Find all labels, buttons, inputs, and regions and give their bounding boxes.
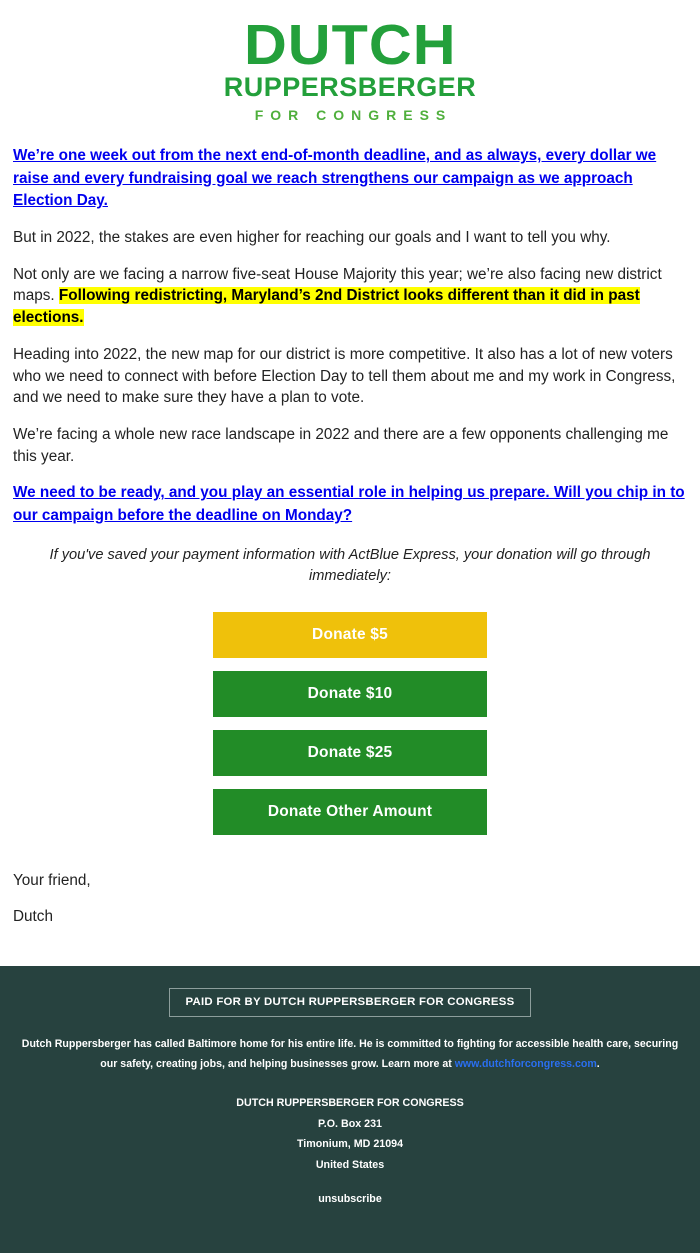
footer-po-box: P.O. Box 231 [318,1117,382,1130]
footer-spacer [0,942,700,966]
donate-10-button[interactable]: Donate $10 [213,671,487,718]
lead-donation-link[interactable]: We’re one week out from the next end-of-… [13,145,687,212]
actblue-express-note: If you've saved your payment information… [49,546,651,584]
email-body-copy: We’re one week out from the next end-of-… [0,139,700,526]
donate-other-amount-button[interactable]: Donate Other Amount [213,789,487,836]
paid-for-disclaimer: PAID FOR BY DUTCH RUPPERSBERGER FOR CONG… [168,987,532,1017]
email-body: DUTCH RUPPERSBERGER FOR CONGRESS We’re o… [0,0,700,1253]
donate-button-group: Donate $5 Donate $10 Donate $25 Donate O… [0,586,700,836]
cta-chip-in-link[interactable]: We need to be ready, and you play an ess… [13,482,687,526]
highlighted-redistricting-text: Following redistricting, Maryland’s 2nd … [13,287,640,327]
paragraph-2: Not only are we facing a narrow five-sea… [13,264,687,329]
logo-subtitle-text: RUPPERSBERGER [223,72,477,103]
campaign-logo: DUTCH RUPPERSBERGER FOR CONGRESS [223,16,477,124]
logo-main-text: DUTCH [243,13,457,77]
signature-closing: Your friend, [13,872,91,890]
paragraph-1: But in 2022, the stakes are even higher … [13,229,611,246]
paragraph-4: We’re facing a whole new race landscape … [13,426,669,465]
footer-address-block: DUTCH RUPPERSBERGER FOR CONGRESS P.O. Bo… [16,1093,684,1175]
campaign-website-link[interactable]: www.dutchforcongress.com [455,1058,597,1070]
paragraph-3: Heading into 2022, the new map for our d… [13,345,676,407]
footer-country: United States [315,1158,385,1171]
footer-bio-part-2: . [596,1058,600,1071]
unsubscribe-link[interactable]: unsubscribe [318,1193,382,1205]
footer-city-state-zip: Timonium, MD 21094 [296,1138,404,1151]
email-footer: PAID FOR BY DUTCH RUPPERSBERGER FOR CONG… [0,965,700,1253]
signature-name: Dutch [13,907,53,925]
donate-5-button[interactable]: Donate $5 [213,612,487,659]
campaign-logo-header: DUTCH RUPPERSBERGER FOR CONGRESS [0,0,700,140]
logo-tagline-text: FOR CONGRESS [254,107,453,124]
footer-organization-name: DUTCH RUPPERSBERGER FOR CONGRESS [236,1097,464,1109]
footer-bio-text: Dutch Ruppersberger has called Baltimore… [16,1034,684,1075]
email-signature: Your friend, Dutch [0,848,700,927]
donate-25-button[interactable]: Donate $25 [213,730,487,777]
